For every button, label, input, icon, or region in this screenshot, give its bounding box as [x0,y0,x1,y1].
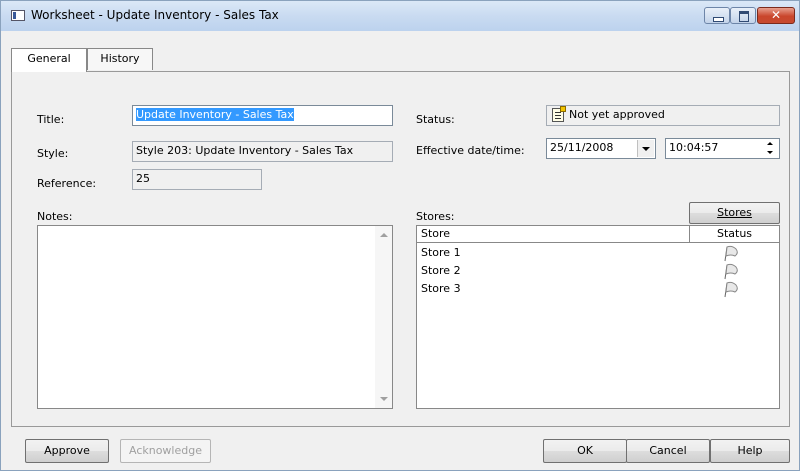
ok-button[interactable]: OK [543,439,627,463]
style-field: Style 203: Update Inventory - Sales Tax [132,141,393,162]
window-title: Worksheet - Update Inventory - Sales Tax [31,8,279,22]
reference-label: Reference: [37,177,97,190]
flag-icon [724,281,738,298]
scroll-up-icon[interactable] [380,233,388,237]
tab-general[interactable]: General [11,48,87,72]
reference-field: 25 [132,169,262,190]
table-row[interactable]: Store 2 [417,262,779,280]
status-label: Status: [416,113,455,126]
minimize-button[interactable] [704,7,730,24]
title-label: Title: [37,113,65,126]
worksheet-window: Worksheet - Update Inventory - Sales Tax… [0,0,800,471]
help-button[interactable]: Help [710,439,790,463]
title-bar[interactable]: Worksheet - Update Inventory - Sales Tax… [1,1,799,31]
cancel-button[interactable]: Cancel [626,439,710,463]
notes-scrollbar[interactable] [375,226,392,408]
acknowledge-button[interactable]: Acknowledge [120,439,211,463]
time-spinner[interactable] [763,140,778,157]
title-input-value: Update Inventory - Sales Tax [136,108,294,121]
table-row[interactable]: Store 1 [417,244,779,262]
store-name: Store 3 [421,282,461,295]
table-row[interactable]: Store 3 [417,280,779,298]
date-picker[interactable]: 25/11/2008 [546,138,656,159]
store-name: Store 2 [421,264,461,277]
maximize-button[interactable] [730,7,756,24]
style-label: Style: [37,147,69,160]
flag-icon [724,245,738,262]
stores-button[interactable]: Stores [689,202,780,224]
flag-icon [724,263,738,280]
scroll-down-icon[interactable] [380,397,388,401]
approve-button[interactable]: Approve [25,439,109,463]
note-icon [552,106,566,122]
spin-up-icon[interactable] [763,140,778,148]
date-value: 25/11/2008 [550,141,614,154]
chevron-down-icon[interactable] [637,140,654,157]
stores-button-label: Stores [717,206,752,219]
window-icon [11,10,25,21]
status-value: Not yet approved [569,108,665,121]
close-button[interactable]: ✕ [757,7,795,24]
notes-textarea[interactable] [37,225,393,409]
store-name: Store 1 [421,246,461,259]
time-field[interactable]: 10:04:57 [665,138,780,159]
stores-label: Stores: [416,210,455,223]
tab-history[interactable]: History [87,48,153,70]
column-header-status[interactable]: Status [690,226,779,243]
effective-date-label: Effective date/time: [416,144,525,157]
spin-down-icon[interactable] [763,149,778,157]
notes-label: Notes: [37,210,73,223]
column-header-store[interactable]: Store [417,226,690,243]
close-icon: ✕ [770,8,782,22]
title-input[interactable]: Update Inventory - Sales Tax [132,105,393,126]
status-field: Not yet approved [546,105,780,126]
time-value: 10:04:57 [669,141,719,154]
stores-table[interactable]: Store Status Store 1 Store 2 Store 3 [416,225,780,409]
